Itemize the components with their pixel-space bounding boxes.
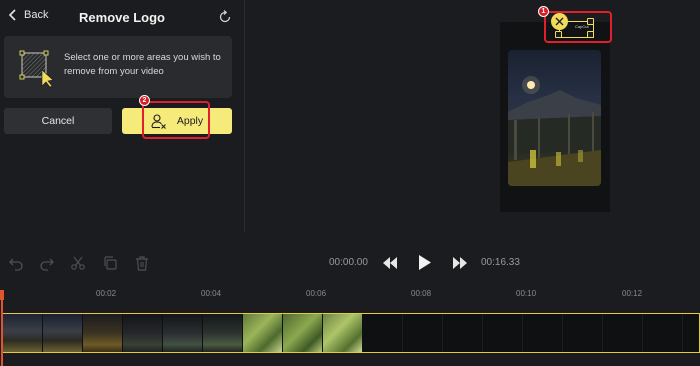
- copy-icon[interactable]: [102, 255, 118, 271]
- clip-thumbnail: [283, 314, 323, 352]
- empty-frame: [643, 314, 683, 352]
- close-icon: [555, 17, 564, 26]
- resize-handle[interactable]: [555, 31, 562, 38]
- playhead-handle[interactable]: [0, 290, 4, 300]
- empty-frame: [603, 314, 643, 352]
- page-title: Remove Logo: [79, 10, 165, 25]
- empty-frame: [523, 314, 563, 352]
- resize-handle[interactable]: [587, 31, 594, 38]
- logo-watermark-text: CapCut: [575, 24, 589, 29]
- instruction-card: Select one or more areas you wish to rem…: [4, 36, 232, 98]
- clip-thumbnail: [243, 314, 283, 352]
- clip-thumbnail: [203, 314, 243, 352]
- refresh-icon[interactable]: [218, 10, 232, 24]
- panel-header: Back Remove Logo: [0, 0, 244, 34]
- empty-frame: [403, 314, 443, 352]
- step-badge-2: 2: [139, 95, 150, 106]
- empty-frame: [483, 314, 523, 352]
- step-badge-1: 1: [538, 6, 549, 17]
- undo-icon[interactable]: [8, 255, 24, 271]
- ruler-label: 00:10: [516, 289, 537, 298]
- current-time: 00:00.00: [329, 257, 368, 268]
- clip-thumbnail: [123, 314, 163, 352]
- empty-frame: [363, 314, 403, 352]
- apply-highlight-box: [142, 101, 210, 139]
- clip-thumbnail: [323, 314, 363, 352]
- empty-frame: [443, 314, 483, 352]
- rewind-icon[interactable]: [382, 256, 398, 270]
- ruler-label: 00:06: [306, 289, 327, 298]
- remove-logo-panel: Back Remove Logo Select one or more area…: [0, 0, 244, 232]
- instruction-text: Select one or more areas you wish to rem…: [64, 52, 221, 77]
- ruler-label: 00:12: [622, 289, 643, 298]
- trash-icon[interactable]: [134, 255, 150, 271]
- video-track[interactable]: [2, 313, 700, 353]
- preview-area: [245, 0, 700, 232]
- redo-icon[interactable]: [39, 255, 55, 271]
- clip-thumbnail: [43, 314, 83, 352]
- video-scene: [508, 76, 601, 186]
- clip-thumbnail: [163, 314, 203, 352]
- empty-frame: [563, 314, 603, 352]
- area-select-icon: [19, 50, 54, 88]
- ruler-label: 00:02: [96, 289, 117, 298]
- clip-thumbnail: [3, 314, 43, 352]
- scissors-icon[interactable]: [70, 255, 86, 271]
- playhead[interactable]: [1, 300, 3, 366]
- remove-area-button[interactable]: [551, 13, 568, 30]
- ruler-label: 00:08: [411, 289, 432, 298]
- play-icon[interactable]: [418, 254, 432, 271]
- clip-thumbnail: [83, 314, 123, 352]
- video-preview[interactable]: [508, 50, 601, 186]
- ruler-label: 00:04: [201, 289, 222, 298]
- cancel-button[interactable]: Cancel: [4, 108, 112, 134]
- fast-forward-icon[interactable]: [452, 256, 468, 270]
- total-time: 00:16.33: [481, 257, 520, 268]
